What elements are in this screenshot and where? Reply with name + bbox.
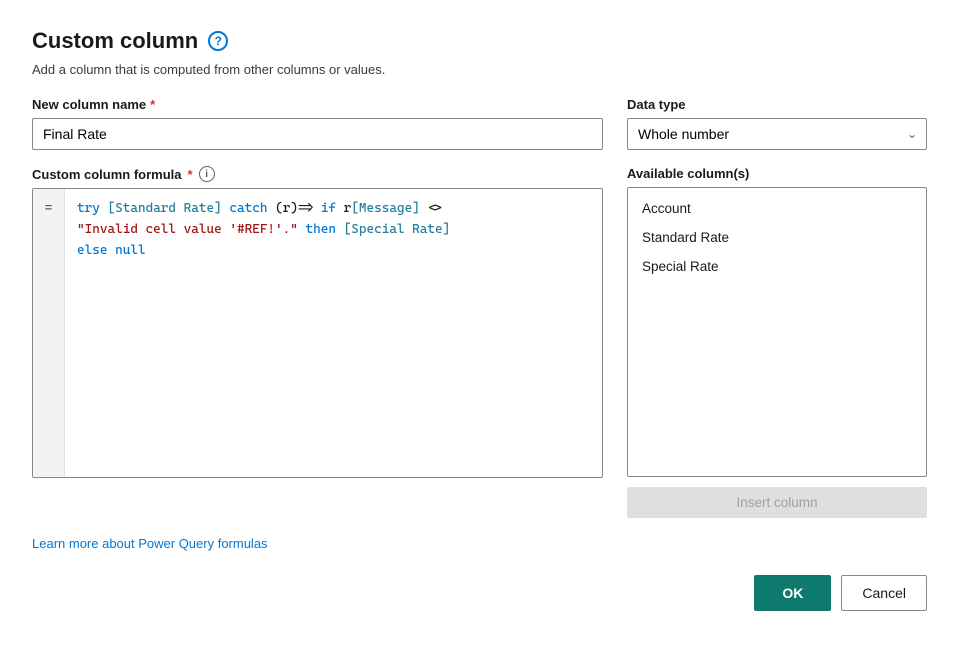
list-item[interactable]: Special Rate xyxy=(628,252,926,281)
formula-gutter: = xyxy=(33,189,65,477)
dialog-actions: OK Cancel xyxy=(32,575,927,611)
insert-column-button[interactable]: Insert column xyxy=(627,487,927,518)
column-name-input[interactable] xyxy=(32,118,603,150)
data-type-select-wrapper: Automatic Text Whole number Decimal numb… xyxy=(627,118,927,150)
formula-editor[interactable]: = try [Standard Rate] catch (r)=> if r[M… xyxy=(32,188,603,478)
list-item[interactable]: Account xyxy=(628,194,926,223)
top-form-row: New column name * Data type Automatic Te… xyxy=(32,97,927,150)
help-icon[interactable]: ? xyxy=(208,31,228,51)
column-name-required: * xyxy=(150,97,155,112)
dialog-title-row: Custom column ? xyxy=(32,28,927,54)
data-type-label: Data type xyxy=(627,97,927,112)
available-columns-list: Account Standard Rate Special Rate xyxy=(627,187,927,477)
list-item[interactable]: Standard Rate xyxy=(628,223,926,252)
formula-info-icon[interactable]: i xyxy=(199,166,215,182)
learn-more-link[interactable]: Learn more about Power Query formulas xyxy=(32,536,268,551)
formula-section: Custom column formula * i = try [Standar… xyxy=(32,166,927,518)
dialog-subtitle: Add a column that is computed from other… xyxy=(32,62,927,77)
dialog-title: Custom column xyxy=(32,28,198,54)
formula-label-row: Custom column formula * i xyxy=(32,166,603,182)
formula-col-right: Available column(s) Account Standard Rat… xyxy=(627,166,927,518)
column-name-label: New column name * xyxy=(32,97,603,112)
data-type-section: Data type Automatic Text Whole number De… xyxy=(627,97,927,150)
cancel-button[interactable]: Cancel xyxy=(841,575,927,611)
custom-column-dialog: Custom column ? Add a column that is com… xyxy=(0,0,959,664)
formula-required: * xyxy=(188,167,193,182)
ok-button[interactable]: OK xyxy=(754,575,831,611)
data-type-select[interactable]: Automatic Text Whole number Decimal numb… xyxy=(627,118,927,150)
available-columns-label: Available column(s) xyxy=(627,166,927,181)
formula-content-area[interactable]: try [Standard Rate] catch (r)=> if r[Mes… xyxy=(65,189,602,477)
column-name-section: New column name * xyxy=(32,97,603,150)
formula-col-left: Custom column formula * i = try [Standar… xyxy=(32,166,603,518)
